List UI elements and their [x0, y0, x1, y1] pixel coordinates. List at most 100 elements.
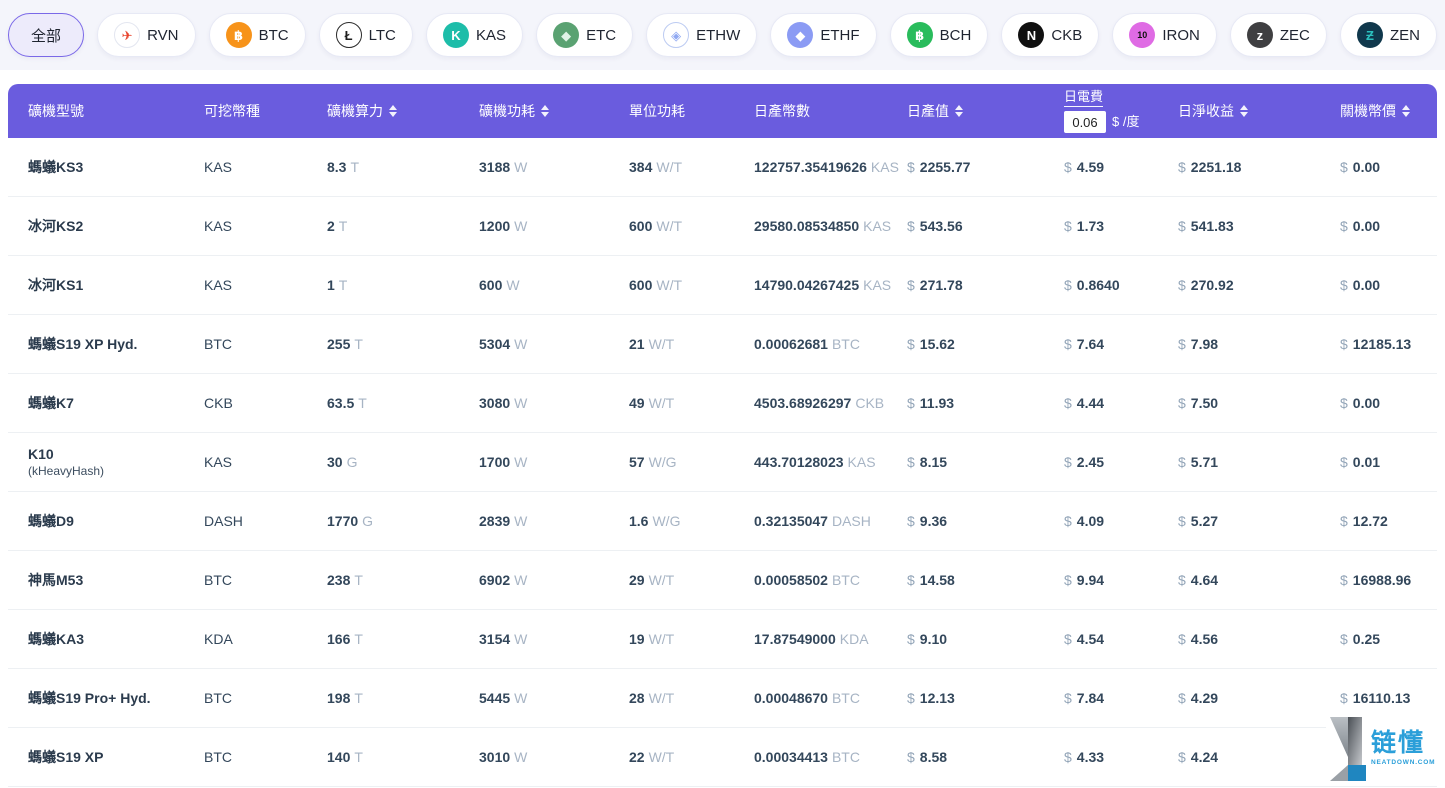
coin-cell: KAS	[204, 218, 233, 234]
unit-power-cell: 49 W/T	[629, 395, 675, 411]
unit-power-cell: 29 W/T	[629, 572, 675, 588]
miner-model-name: 神馬M53	[28, 571, 84, 588]
miner-model-name: 螞蟻S19 XP	[28, 748, 104, 765]
watermark: 链懂 NEATDOWN.COM	[1326, 710, 1442, 786]
power-cell: 3188 W	[479, 159, 528, 175]
hashrate-cell: 255 T	[327, 336, 363, 352]
table-row: 螞蟻S19 XP BTC 140 T 3010 W 22 W/T 0.00034413…	[8, 728, 1437, 787]
electricity-price-input[interactable]	[1064, 111, 1106, 134]
dollar-sign: $	[907, 513, 915, 529]
daily-value-cell: $8.58	[907, 749, 948, 765]
filter-chip-etc[interactable]: ◆ ETC	[536, 13, 634, 57]
miner-model-name: 螞蟻D9	[28, 512, 74, 529]
filter-chip-label: ETHW	[696, 26, 741, 44]
filter-chip-ckb[interactable]: N CKB	[1001, 13, 1100, 57]
filter-chip-ethf[interactable]: ◆ ETHF	[770, 13, 877, 57]
miner-model-cell: 螞蟻S19 Pro+ Hyd.	[8, 689, 204, 707]
daily-net-profit-cell: $2251.18	[1178, 159, 1242, 175]
dollar-sign: $	[1340, 513, 1348, 529]
hashrate-cell: 63.5 T	[327, 395, 367, 411]
filter-chip-label: KAS	[475, 26, 506, 44]
daily-value-cell: $15.62	[907, 336, 955, 352]
miner-model-name: 螞蟻K7	[28, 394, 74, 411]
daily-coins-cell: 122757.35419626 KAS	[754, 159, 899, 175]
dollar-sign: $	[1178, 218, 1186, 234]
dollar-sign: $	[1064, 631, 1072, 647]
filter-chip-label: ZEC	[1279, 26, 1310, 44]
shutdown-price-cell: $16110.13	[1340, 690, 1411, 706]
dollar-sign: $	[1340, 277, 1348, 293]
hashrate-cell: 30 G	[327, 454, 358, 470]
filter-chip-label: ZEN	[1389, 26, 1420, 44]
dollar-sign: $	[1064, 513, 1072, 529]
sort-icon[interactable]	[541, 105, 549, 117]
sort-icon[interactable]	[1240, 105, 1248, 117]
filter-chip-iron[interactable]: 10 IRON	[1112, 13, 1217, 57]
col-header-daily-electricity: 日電費 $ /度	[1064, 89, 1178, 134]
daily-coins-cell: 17.87549000 KDA	[754, 631, 869, 647]
coin-cell: KDA	[204, 631, 233, 647]
sort-icon[interactable]	[955, 105, 963, 117]
miner-model-algorithm: (kHeavyHash)	[28, 463, 105, 478]
miner-model-cell: 螞蟻K7	[8, 394, 204, 412]
hashrate-cell: 2T	[327, 218, 348, 234]
daily-electricity-cell: $7.84	[1064, 690, 1105, 706]
dollar-sign: $	[1064, 159, 1072, 175]
table-row: 螞蟻KS3 KAS 8.3 T 3188 W 384 W/T 122757.35419…	[8, 138, 1437, 197]
miner-model-name: K10	[28, 445, 54, 462]
dollar-sign: $	[1178, 159, 1186, 175]
hashrate-cell: 1T	[327, 277, 348, 293]
ltc-coin-icon: Ł	[335, 22, 362, 48]
miner-model-name: 冰河KS1	[28, 276, 84, 293]
dollar-sign: $	[1178, 395, 1186, 411]
filter-chip-bch[interactable]: ฿ BCH	[889, 13, 989, 57]
filter-chip-zen[interactable]: Ƶ ZEN	[1339, 13, 1437, 57]
miner-model-cell: 螞蟻D9	[8, 512, 204, 530]
daily-value-cell: $14.58	[907, 572, 955, 588]
coin-cell: KAS	[204, 159, 233, 175]
ethw-coin-icon: ◈	[663, 22, 690, 48]
dollar-sign: $	[907, 159, 915, 175]
dollar-sign: $	[1340, 159, 1348, 175]
daily-value-cell: $9.10	[907, 631, 948, 647]
table-body: 螞蟻KS3 KAS 8.3 T 3188 W 384 W/T 122757.35419…	[8, 138, 1437, 787]
daily-coins-cell: 0.00062681 BTC	[754, 336, 860, 352]
dollar-sign: $	[907, 218, 915, 234]
unit-power-cell: 22 W/T	[629, 749, 675, 765]
coin-cell: CKB	[204, 395, 233, 411]
miner-model-cell: 螞蟻KA3	[8, 630, 204, 648]
col-header-label: 日產值	[907, 103, 949, 119]
daily-coins-cell: 14790.04267425 KAS	[754, 277, 892, 293]
daily-electricity-cell: $9.94	[1064, 572, 1105, 588]
table-row: 螞蟻S19 XP Hyd. BTC 255 T 5304 W 21 W/T 0.000…	[8, 315, 1437, 374]
daily-electricity-cell: $4.54	[1064, 631, 1105, 647]
col-header-coin: 可挖幣種	[204, 101, 327, 121]
sort-icon[interactable]	[389, 105, 397, 117]
filter-chip-btc[interactable]: ฿ BTC	[208, 13, 306, 57]
daily-net-profit-cell: $541.83	[1178, 218, 1234, 234]
filter-chip-zec[interactable]: z ZEC	[1229, 13, 1327, 57]
shutdown-price-cell: $0.00	[1340, 159, 1381, 175]
filter-chip-全部[interactable]: 全部	[8, 13, 85, 57]
dollar-sign: $	[1178, 572, 1186, 588]
filter-chip-kas[interactable]: K KAS	[425, 13, 523, 57]
daily-coins-cell: 29580.08534850 KAS	[754, 218, 892, 234]
zec-coin-icon: z	[1246, 22, 1273, 48]
dollar-sign: $	[1064, 395, 1072, 411]
filter-chip-rvn[interactable]: ✈ RVN	[97, 13, 196, 57]
daily-value-cell: $271.78	[907, 277, 963, 293]
daily-electricity-cell: $4.09	[1064, 513, 1105, 529]
unit-power-cell: 21 W/T	[629, 336, 675, 352]
dollar-sign: $	[1064, 690, 1072, 706]
filter-chip-ethw[interactable]: ◈ ETHW	[646, 13, 758, 57]
daily-electricity-cell: $4.33	[1064, 749, 1105, 765]
filter-chip-label: CKB	[1051, 26, 1083, 44]
shutdown-price-cell: $0.00	[1340, 218, 1381, 234]
col-header-daily-value: 日產值	[907, 101, 1064, 121]
dollar-sign: $	[907, 749, 915, 765]
col-header-label: 關機幣價	[1340, 103, 1396, 119]
daily-value-cell: $11.93	[907, 395, 955, 411]
dollar-sign: $	[907, 572, 915, 588]
sort-icon[interactable]	[1402, 105, 1410, 117]
filter-chip-ltc[interactable]: Ł LTC	[318, 13, 413, 57]
